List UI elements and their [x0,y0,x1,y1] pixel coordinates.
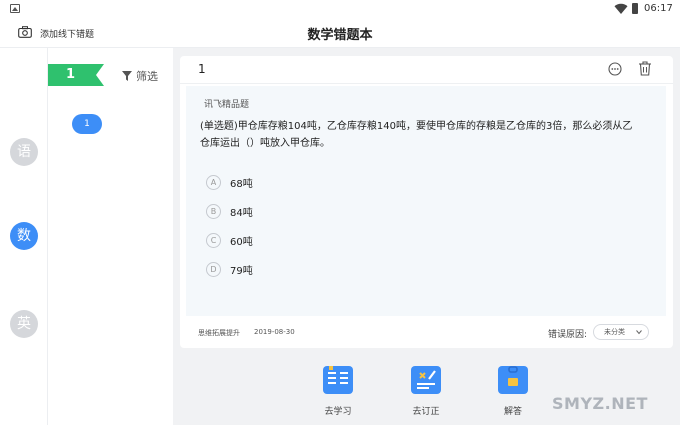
bag-icon [498,366,528,394]
question-item-1[interactable]: 1 [72,114,102,134]
question-card: 1 讯飞精品题 (单选题)甲仓库存粮104吨，乙仓库存粮140吨，要使甲仓库的存… [180,56,673,348]
watermark: SMYZ.NET [552,394,648,413]
option-text: 68吨 [230,179,253,190]
option-text: 79吨 [230,266,253,277]
option-letter: D [206,262,221,277]
correct-icon [411,366,441,394]
go-study-button[interactable]: 去学习 [313,366,363,417]
subject-tab-english[interactable]: 英 [10,310,38,338]
go-correct-button[interactable]: 去订正 [401,366,451,417]
error-reason-value: 未分类 [604,328,625,336]
option-letter: B [206,204,221,219]
error-reason-select[interactable]: 未分类 [593,324,649,340]
trash-icon[interactable] [638,61,652,76]
subject-rail: 语 数 英 [0,48,48,425]
option-d[interactable]: D 79吨 [206,262,253,277]
chevron-down-icon [636,330,642,335]
app-header: 添加线下错题 数学错题本 [0,18,680,48]
option-b[interactable]: B 84吨 [206,204,253,219]
option-text: 60吨 [230,237,253,248]
filter-label: 筛选 [136,70,158,83]
question-source: 讯飞精品题 [204,100,250,110]
image-notification-icon [10,4,20,13]
option-a[interactable]: A 68吨 [206,175,253,190]
option-c[interactable]: C 60吨 [206,233,253,248]
card-footer: 思维拓展提升 2019-08-30 错误原因: 未分类 [180,318,673,348]
question-date: 2019-08-30 [254,328,295,336]
wifi-icon [614,3,628,15]
answer-label: 解答 [503,407,522,417]
question-list: 1 筛选 1 [48,48,173,425]
option-letter: A [206,175,221,190]
subject-tab-math[interactable]: 数 [10,222,38,250]
error-reason-label: 错误原因: [548,330,588,340]
go-study-label: 去学习 [324,407,352,417]
page-title: 数学错题本 [307,28,373,43]
knowledge-tag: 思维拓展提升 [198,329,240,337]
comment-icon[interactable] [608,62,622,76]
filter-button[interactable]: 筛选 [122,68,158,84]
filter-icon [122,71,132,81]
book-icon [323,366,353,394]
subject-tab-chinese[interactable]: 语 [10,138,38,166]
option-text: 84吨 [230,208,253,219]
status-bar: 06:17 [0,0,680,18]
status-time: 06:17 [644,3,673,14]
answer-button[interactable]: 解答 [488,366,538,417]
go-correct-label: 去订正 [412,407,440,417]
option-letter: C [206,233,221,248]
battery-icon [632,3,638,14]
question-body: 讯飞精品题 (单选题)甲仓库存粮104吨，乙仓库存粮140吨，要使甲仓库的存粮是… [186,86,666,316]
question-number: 1 [198,62,206,76]
card-header: 1 [180,56,673,84]
question-count-badge: 1 [48,64,104,86]
question-text: (单选题)甲仓库存粮104吨，乙仓库存粮140吨，要使甲仓库的存粮是乙仓库的3倍… [200,121,633,149]
